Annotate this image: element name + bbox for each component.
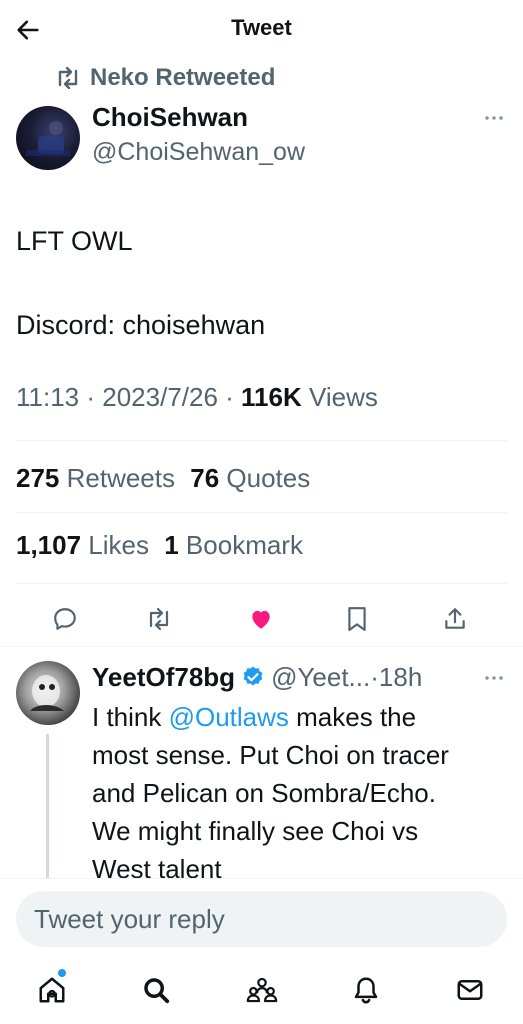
likes-count: 1,107 <box>16 530 82 560</box>
more-options-button[interactable] <box>482 106 506 130</box>
retweet-button[interactable] <box>144 604 174 634</box>
more-icon <box>482 666 506 690</box>
heart-icon <box>248 606 274 632</box>
reply-text: I think @Outlaws makes the most sense. P… <box>92 698 449 888</box>
likes-label: Likes <box>81 530 149 560</box>
reply-text-segment: I think <box>92 702 169 732</box>
retweet-context-label: Neko Retweeted <box>90 64 276 91</box>
reply-text-line: most sense. Put Choi on tracer <box>92 740 449 770</box>
like-bookmark-stats: 1,107 Likes 1 Bookmark <box>16 530 303 561</box>
reply-header: YeetOf78bg @Yeet... · 18h <box>92 660 422 694</box>
back-button[interactable] <box>10 12 46 48</box>
divider <box>16 583 507 584</box>
reply-author-name[interactable]: YeetOf78bg <box>92 662 235 693</box>
bookmarks-label: Bookmark <box>178 530 303 560</box>
tweet-text-line: LFT OWL <box>16 226 133 256</box>
reply-text-segment: makes the <box>288 702 417 732</box>
quotes-stat[interactable]: 76 Quotes <box>190 463 310 493</box>
notifications-icon <box>351 975 381 1005</box>
reply-icon <box>52 606 78 632</box>
share-button[interactable] <box>440 604 470 634</box>
tab-search[interactable] <box>136 970 176 1010</box>
author-handle[interactable]: @ChoiSehwan_ow <box>92 138 305 167</box>
thread-line <box>46 734 49 880</box>
reply-author-avatar[interactable] <box>16 661 80 725</box>
tab-notifications[interactable] <box>346 970 386 1010</box>
reply-button[interactable] <box>50 604 80 634</box>
retweet-quote-stats: 275 Retweets 76 Quotes <box>16 463 310 494</box>
likes-stat[interactable]: 1,107 Likes <box>16 530 149 560</box>
author-avatar[interactable] <box>16 106 80 170</box>
author-name[interactable]: ChoiSehwan <box>92 102 248 133</box>
home-icon <box>37 975 67 1005</box>
tweet-date: 2023/7/26 <box>102 382 218 412</box>
page-title: Tweet <box>231 15 292 40</box>
retweets-count: 275 <box>16 463 60 493</box>
meta-separator: · <box>217 382 242 412</box>
tweet-time: 11:13 <box>16 382 80 412</box>
tweet-text: LFT OWL Discord: choisehwan <box>16 220 265 346</box>
tab-communities[interactable] <box>242 970 282 1010</box>
tweet-text-line: Discord: choisehwan <box>16 310 266 340</box>
reply-more-options-button[interactable] <box>482 666 506 690</box>
meta-separator: · <box>79 382 103 412</box>
divider <box>16 440 507 441</box>
divider <box>16 512 507 513</box>
retweets-label: Retweets <box>59 463 175 493</box>
reply-author-handle[interactable]: @Yeet... <box>271 662 370 693</box>
share-icon <box>442 606 468 632</box>
communities-icon <box>246 975 278 1005</box>
like-button[interactable] <box>246 604 276 634</box>
reply-time: 18h <box>378 661 423 692</box>
mention-link[interactable]: @Outlaws <box>169 702 289 732</box>
tweet-meta: 11:13 · 2023/7/26 · 116K Views <box>16 382 378 413</box>
bookmark-icon <box>346 606 368 632</box>
reply-text-line: I think @Outlaws makes the <box>92 698 449 736</box>
tab-messages[interactable] <box>450 970 490 1010</box>
retweet-icon <box>54 67 82 89</box>
views-count: 116K <box>241 382 302 412</box>
tab-home[interactable] <box>32 970 72 1010</box>
retweets-stat[interactable]: 275 Retweets <box>16 463 175 493</box>
bookmark-button[interactable] <box>342 604 372 634</box>
reply-text-line: and Pelican on Sombra/Echo. <box>92 778 436 808</box>
more-icon <box>482 106 506 130</box>
retweet-context[interactable]: Neko Retweeted <box>54 62 275 94</box>
new-content-dot <box>58 969 66 977</box>
verified-badge-icon <box>241 665 265 689</box>
messages-icon <box>455 975 485 1005</box>
back-arrow-icon <box>14 16 42 44</box>
bookmarks-stat[interactable]: 1 Bookmark <box>164 530 303 560</box>
reply-text-line: We might finally see Choi vs <box>92 816 419 846</box>
reply-separator: · <box>370 661 379 692</box>
retweet-icon <box>145 607 173 631</box>
reply-input[interactable] <box>16 891 507 947</box>
quotes-label: Quotes <box>219 463 311 493</box>
views-label: Views <box>301 382 378 412</box>
search-icon <box>141 975 171 1005</box>
quotes-count: 76 <box>190 463 220 493</box>
divider <box>0 646 523 647</box>
bookmarks-count: 1 <box>164 530 179 560</box>
